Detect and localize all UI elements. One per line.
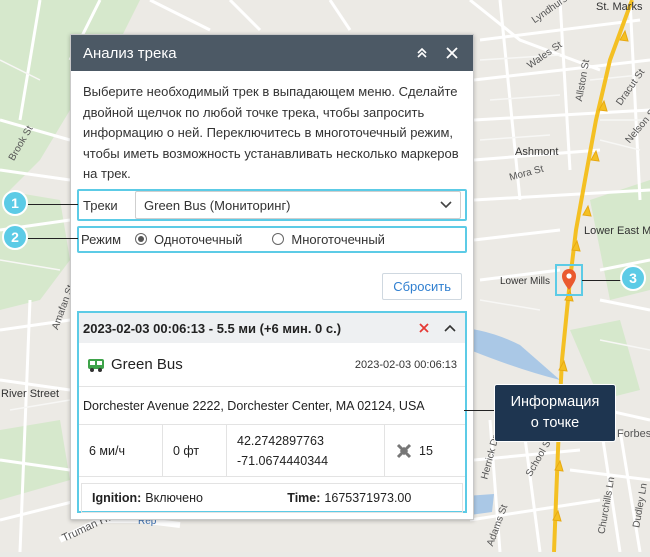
collapse-button[interactable] <box>411 42 433 64</box>
unit-row: Green Bus 2023-02-03 00:06:13 <box>79 343 465 387</box>
track-select-value: Green Bus (Мониторинг) <box>144 197 291 213</box>
close-icon <box>446 47 458 59</box>
double-chevron-up-icon <box>417 47 427 58</box>
callout-1: 1 <box>2 190 28 216</box>
time-value: 1675371973.00 <box>324 491 412 505</box>
reset-button[interactable]: Сбросить <box>382 273 462 300</box>
satellite-icon <box>396 443 412 458</box>
callout-3: 3 <box>620 265 646 291</box>
point-info-tooltip: Информация о точке <box>494 384 616 442</box>
longitude: -71.0674440344 <box>237 453 329 468</box>
ignition-value: Включено <box>145 491 203 505</box>
mode-single-label: Одноточечный <box>154 231 243 247</box>
map-label: Lower East Mill <box>584 225 650 237</box>
map-label: Forbes <box>617 428 650 440</box>
track-select[interactable]: Green Bus (Мониторинг) <box>135 191 461 219</box>
unit-name: Green Bus <box>111 356 183 373</box>
time-label: Time: <box>287 491 321 505</box>
satellites-count: 15 <box>419 443 433 458</box>
chevron-down-icon <box>440 201 452 209</box>
mode-single-radio[interactable]: Одноточечный <box>135 232 242 247</box>
map-label: Ashmont <box>515 146 559 158</box>
tooltip-line-2: о точке <box>530 415 580 431</box>
point-address: Dorchester Avenue 2222, Dorchester Cente… <box>79 387 465 425</box>
coordinates-cell: 42.2742897763 -71.0674440344 <box>227 425 385 476</box>
close-button[interactable] <box>441 42 463 64</box>
point-info-header: 2023-02-03 00:06:13 - 5.5 ми (+6 мин. 0 … <box>79 313 465 343</box>
speed-cell: 6 ми/ч <box>79 425 163 476</box>
callout-leader <box>464 410 496 411</box>
delete-point-button[interactable] <box>415 319 433 337</box>
callout-2: 2 <box>2 224 28 250</box>
point-params: Ignition: Включено Time: 1675371973.00 <box>81 483 463 513</box>
close-icon <box>419 323 429 333</box>
radio-checked-icon <box>135 233 147 245</box>
radio-unchecked-icon <box>272 233 285 245</box>
panel-header: Анализ трека <box>71 35 473 71</box>
callout-leader <box>582 280 624 281</box>
tooltip-line-1: Информация <box>510 394 600 410</box>
panel-title: Анализ трека <box>83 44 177 62</box>
mode-label: Режим <box>81 231 122 247</box>
mode-row: Режим Одноточечный Многоточечный <box>77 226 465 252</box>
track-analysis-panel: Анализ трека Выберите необходимый трек в… <box>70 34 474 520</box>
satellites-cell: 15 <box>385 425 465 476</box>
callout-leader <box>28 238 78 239</box>
ignition-label: Ignition: <box>92 491 142 505</box>
map-label: St. Marks <box>596 1 643 13</box>
unit-time: 2023-02-03 00:06:13 <box>354 358 457 371</box>
point-info-title: 2023-02-03 00:06:13 - 5.5 ми (+6 мин. 0 … <box>83 320 342 336</box>
latitude: 42.2742897763 <box>237 433 324 448</box>
bus-icon <box>88 358 104 372</box>
mode-multi-radio[interactable]: Многоточечный <box>272 232 385 247</box>
collapse-point-button[interactable] <box>441 319 459 337</box>
map-label: River Street <box>1 388 60 400</box>
point-info-box: 2023-02-03 00:06:13 - 5.5 ми (+6 мин. 0 … <box>77 311 467 513</box>
mode-multi-label: Многоточечный <box>291 231 385 247</box>
point-stats: 6 ми/ч 0 фт 42.2742897763 -71.0674440344… <box>79 425 465 477</box>
chevron-up-icon <box>444 324 456 332</box>
tracks-row: Треки Green Bus (Мониторинг) <box>77 189 465 221</box>
callout-leader <box>28 204 78 205</box>
tracks-label: Треки <box>83 197 118 213</box>
altitude-cell: 0 фт <box>163 425 227 476</box>
map-label: Lower Mills <box>500 276 551 287</box>
